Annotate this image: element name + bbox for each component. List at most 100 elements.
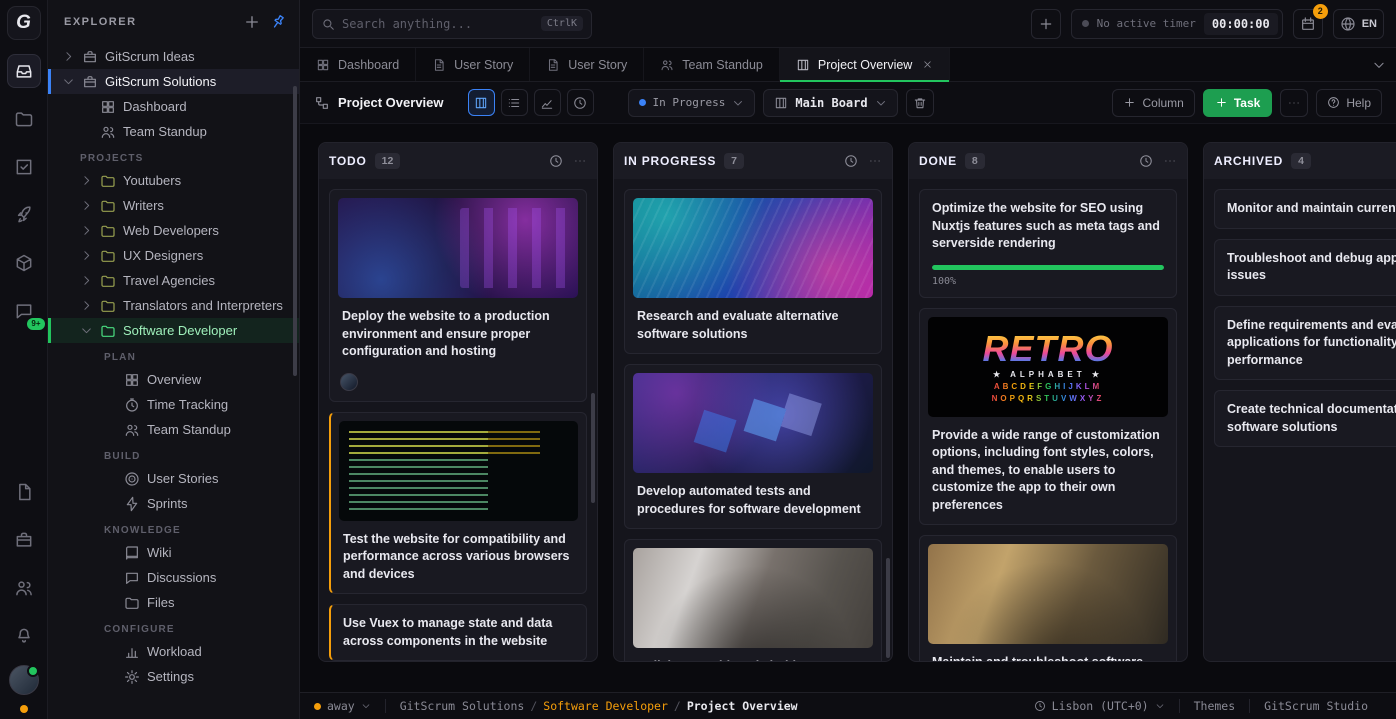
tab-user-story[interactable]: User Story (530, 48, 644, 81)
help-button[interactable]: Help (1316, 89, 1382, 117)
column-menu-icon[interactable] (573, 154, 587, 168)
task-card[interactable]: Monitor and maintain current systems (1214, 189, 1396, 229)
rail-products-button[interactable] (7, 246, 41, 280)
task-card[interactable]: Troubleshoot and debug application issue… (1214, 239, 1396, 296)
sidebar-item-software-developer[interactable]: Software Developer (48, 318, 299, 343)
tab-overflow-button[interactable] (1362, 48, 1396, 81)
add-column-button[interactable]: Column (1112, 89, 1194, 117)
task-card[interactable]: Maintain and troubleshoot software compo… (919, 535, 1177, 661)
task-card[interactable]: Test the website for compatibility and p… (329, 412, 587, 595)
sidebar-scrollbar[interactable] (293, 86, 297, 376)
search-box[interactable]: CtrlK (312, 9, 592, 39)
add-task-button[interactable]: Task (1203, 89, 1272, 117)
tab-dashboard[interactable]: Dashboard (300, 48, 416, 81)
sidebar-item-writers[interactable]: Writers (48, 193, 299, 218)
timezone-selector[interactable]: Lisbon (UTC+0) (1020, 699, 1179, 713)
rail-team-button[interactable] (7, 571, 41, 605)
sidebar-item-user-stories[interactable]: User Stories (48, 466, 299, 491)
column-scrollbar[interactable] (886, 558, 890, 658)
column-in-progress: IN PROGRESS7Research and evaluate altern… (613, 142, 893, 662)
column-body: Monitor and maintain current systems Trou… (1204, 179, 1396, 661)
rail-notifications-button[interactable] (7, 619, 41, 653)
column-scrollbar[interactable] (591, 393, 595, 503)
column-time-icon[interactable] (549, 154, 563, 168)
sidebar-item-overview[interactable]: Overview (48, 367, 299, 392)
search-input[interactable] (342, 17, 534, 31)
tab-team-standup[interactable]: Team Standup (644, 48, 780, 81)
breadcrumb: GitScrum Solutions / Software Developer … (385, 699, 798, 713)
rail-workspaces-button[interactable] (7, 54, 41, 88)
task-card[interactable]: Deploy the website to a production envir… (329, 189, 587, 402)
task-card[interactable]: Use Vuex to manage state and data across… (329, 604, 587, 661)
sidebar-item-ux-designers[interactable]: UX Designers (48, 243, 299, 268)
tab-label: Team Standup (682, 58, 763, 72)
task-card[interactable]: Optimize the website for SEO using Nuxtj… (919, 189, 1177, 298)
column-menu-icon[interactable] (868, 154, 882, 168)
presence-selector[interactable]: away (314, 699, 371, 713)
rail-sprints-button[interactable] (7, 198, 41, 232)
sidebar-item-web-developers[interactable]: Web Developers (48, 218, 299, 243)
more-options-button[interactable] (1280, 89, 1308, 117)
rail-portfolio-button[interactable] (7, 523, 41, 557)
view-chart-button[interactable] (534, 89, 561, 116)
sidebar-item-gitscrum-solutions[interactable]: GitScrum Solutions (48, 69, 299, 94)
themes-link[interactable]: Themes (1179, 699, 1250, 713)
timer-value: 00:00:00 (1204, 13, 1278, 35)
sidebar-item-translators-and-interpreters[interactable]: Translators and Interpreters (48, 293, 299, 318)
board-filter[interactable]: Main Board (763, 89, 897, 117)
status-filter[interactable]: In Progress (628, 89, 756, 117)
sidebar-item-dashboard[interactable]: Dashboard (48, 94, 299, 119)
briefcase-icon (82, 49, 98, 65)
task-card[interactable]: Define requirements and evaluate applica… (1214, 306, 1396, 381)
sidebar-item-workload[interactable]: Workload (48, 639, 299, 664)
sidebar-item-label: Discussions (147, 570, 216, 585)
sidebar-item-label: GitScrum Ideas (105, 49, 195, 64)
task-card[interactable]: Develop automated tests and procedures f… (624, 364, 882, 529)
column-time-icon[interactable] (844, 154, 858, 168)
task-card[interactable]: Collaborate with stakeholders to ensure … (624, 539, 882, 661)
task-card[interactable]: Research and evaluate alternative softwa… (624, 189, 882, 354)
sidebar-item-files[interactable]: Files (48, 590, 299, 615)
pin-sidebar-icon[interactable] (265, 9, 290, 34)
gitscrum-logo[interactable]: G (7, 6, 41, 40)
sidebar-item-settings[interactable]: Settings (48, 664, 299, 689)
task-card[interactable]: Create technical documentation for softw… (1214, 390, 1396, 447)
breadcrumb-page[interactable]: Project Overview (687, 699, 798, 713)
view-board-button[interactable] (468, 89, 495, 116)
assignee-avatar[interactable] (340, 373, 358, 391)
column-menu-icon[interactable] (1163, 154, 1177, 168)
task-card[interactable]: RETRO★ ALPHABET ★ABCDEFGHIJKLMNOPQRSTUVW… (919, 308, 1177, 526)
timer-widget[interactable]: No active timer 00:00:00 (1071, 9, 1283, 39)
add-workspace-icon[interactable] (243, 13, 261, 31)
column-time-icon[interactable] (1139, 154, 1153, 168)
sidebar-item-discussions[interactable]: Discussions (48, 565, 299, 590)
rail-docs-button[interactable] (7, 475, 41, 509)
sidebar-item-youtubers[interactable]: Youtubers (48, 168, 299, 193)
rail-inbox-button[interactable]: 9+ (7, 294, 41, 328)
sidebar-item-gitscrum-ideas[interactable]: GitScrum Ideas (48, 44, 299, 69)
breadcrumb-workspace[interactable]: GitScrum Solutions (400, 699, 525, 713)
user-avatar[interactable] (9, 665, 39, 695)
sidebar-item-sprints[interactable]: Sprints (48, 491, 299, 516)
column-header: ARCHIVED4 (1204, 143, 1396, 179)
gitscrum-studio-link[interactable]: GitScrum Studio (1249, 699, 1382, 713)
sidebar-item-travel-agencies[interactable]: Travel Agencies (48, 268, 299, 293)
quick-add-button[interactable] (1031, 9, 1061, 39)
rail-tasks-button[interactable] (7, 150, 41, 184)
sidebar-item-team-standup[interactable]: Team Standup (48, 119, 299, 144)
sidebar-section-build: BUILD (48, 442, 299, 466)
view-time-button[interactable] (567, 89, 594, 116)
rail-projects-button[interactable] (7, 102, 41, 136)
trash-button[interactable] (906, 89, 934, 117)
tab-close-icon[interactable] (922, 59, 933, 70)
tab-user-story[interactable]: User Story (416, 48, 530, 81)
sidebar-item-team-standup[interactable]: Team Standup (48, 417, 299, 442)
breadcrumb-project[interactable]: Software Developer (543, 699, 668, 713)
sidebar-item-wiki[interactable]: Wiki (48, 540, 299, 565)
search-shortcut: CtrlK (541, 16, 583, 31)
calendar-button[interactable]: 2 (1293, 9, 1323, 39)
tab-project-overview[interactable]: Project Overview (780, 48, 950, 81)
sidebar-item-time-tracking[interactable]: Time Tracking (48, 392, 299, 417)
language-button[interactable]: EN (1333, 9, 1384, 39)
view-list-button[interactable] (501, 89, 528, 116)
